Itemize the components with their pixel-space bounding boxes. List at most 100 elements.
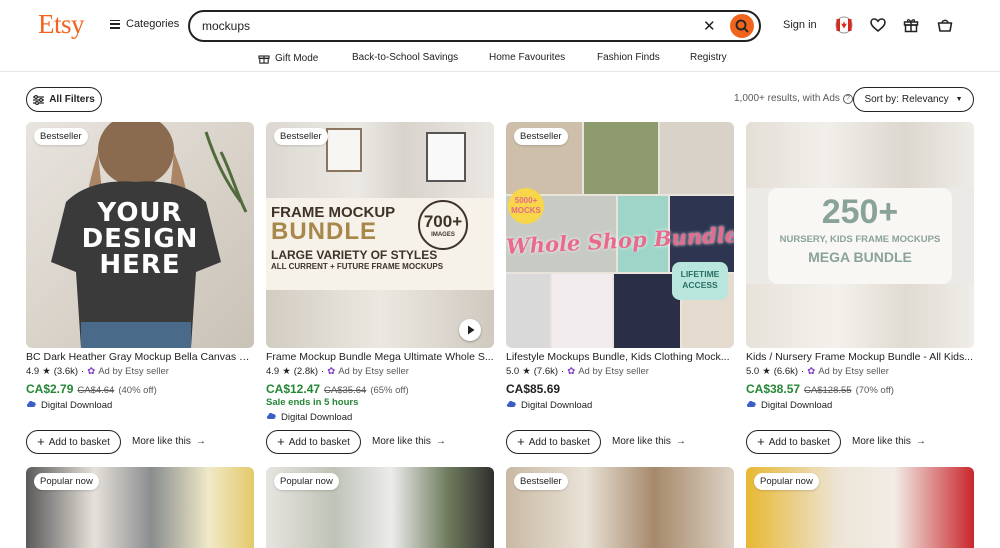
listing-title[interactable]: BC Dark Heather Gray Mockup Bella Canvas… <box>26 351 254 363</box>
discount-percent: (65% off) <box>370 385 409 396</box>
plus-icon: + <box>757 434 765 449</box>
original-price: CA$35.64 <box>324 385 367 396</box>
filter-sliders-icon <box>33 94 45 105</box>
clear-search-icon[interactable]: ✕ <box>703 17 716 35</box>
star-seller-icon: ✿ <box>87 366 96 377</box>
add-to-basket-button[interactable]: + Add to basket <box>266 430 361 454</box>
listing-rating: 4.9 ★ (2.8k) · ✿ Ad by Etsy seller <box>266 366 409 377</box>
sale-price: CA$2.79 <box>26 382 74 396</box>
all-filters-button[interactable]: All Filters <box>26 87 102 112</box>
caret-down-icon: ▼ <box>955 96 963 103</box>
overlay-line: YOUR <box>97 198 183 228</box>
star-icon: ★ <box>282 366 291 377</box>
digital-download: Digital Download <box>506 399 592 411</box>
sale-price: CA$38.57 <box>746 382 801 396</box>
photo-tile <box>614 274 680 348</box>
more-like-this-label: More like this <box>132 436 191 447</box>
more-like-this-link[interactable]: More like this → <box>852 436 926 447</box>
separator-dot: · <box>561 366 565 377</box>
listing-card[interactable]: 250+ NURSERY, KIDS FRAME MOCKUPS MEGA BU… <box>746 122 974 454</box>
listing-title[interactable]: Kids / Nursery Frame Mockup Bundle - All… <box>746 351 974 363</box>
banner-subtitle: BUNDLE <box>271 218 377 245</box>
banner-line: LARGE VARIETY OF STYLES <box>271 248 438 262</box>
all-filters-label: All Filters <box>49 94 95 105</box>
listing-title[interactable]: Frame Mockup Bundle Mega Ultimate Whole … <box>266 351 494 363</box>
sort-value: Relevancy <box>901 94 949 105</box>
star-seller-icon: ✿ <box>327 366 336 377</box>
basket-icon[interactable] <box>936 16 954 34</box>
discount-percent: (40% off) <box>118 385 157 396</box>
separator-dot: · <box>321 366 325 377</box>
more-like-this-link[interactable]: More like this → <box>132 436 206 447</box>
listing-image[interactable]: FRAME MOCKUP BUNDLE LARGE VARIETY OF STY… <box>266 122 494 348</box>
price-row: CA$38.57 CA$128.55 (70% off) <box>746 382 894 396</box>
photo-tile <box>660 122 734 194</box>
nav-gift-mode-label: Gift Mode <box>275 52 319 64</box>
listing-image[interactable]: YOUR DESIGN HERE Bestseller <box>26 122 254 348</box>
help-icon[interactable]: ? <box>842 93 853 104</box>
more-like-this-link[interactable]: More like this → <box>372 436 446 447</box>
listing-title[interactable]: Lifestyle Mockups Bundle, Kids Clothing … <box>506 351 734 363</box>
star-seller-icon: ✿ <box>807 366 816 377</box>
categories-button[interactable]: Categories <box>110 18 179 30</box>
listing-image[interactable]: 5000+ MOCKS Whole Shop Bundle LIFETIME A… <box>506 122 734 348</box>
listing-image[interactable]: Popular now <box>26 467 254 548</box>
seal-label: IMAGES <box>431 232 455 238</box>
add-to-basket-button[interactable]: + Add to basket <box>506 430 601 454</box>
star-seller-icon: ✿ <box>567 366 576 377</box>
nav-fashion-finds[interactable]: Fashion Finds <box>597 52 660 63</box>
review-count: (3.6k) <box>53 366 79 377</box>
nav-gift-mode[interactable]: Gift Mode <box>258 52 318 64</box>
digital-download-label: Digital Download <box>521 399 593 411</box>
canada-flag-icon[interactable] <box>835 16 853 34</box>
listing-image[interactable]: Bestseller <box>506 467 734 548</box>
add-to-basket-label: Add to basket <box>48 436 110 448</box>
listing-card[interactable]: FRAME MOCKUP BUNDLE LARGE VARIETY OF STY… <box>266 122 494 454</box>
count-seal: 5000+ MOCKS <box>508 188 544 224</box>
sale-ends-text: Sale ends in 5 hours <box>266 397 359 408</box>
search-button[interactable] <box>730 14 754 38</box>
rating-value: 4.9 <box>266 366 280 377</box>
nav-registry[interactable]: Registry <box>690 52 727 63</box>
categories-label: Categories <box>126 18 180 30</box>
add-to-basket-button[interactable]: + Add to basket <box>746 430 841 454</box>
sort-prefix: Sort by: <box>864 94 899 105</box>
more-like-this-label: More like this <box>612 436 671 447</box>
photo-tile <box>552 274 612 348</box>
price-row: CA$12.47 CA$35.64 (65% off) <box>266 382 409 396</box>
etsy-logo[interactable]: Etsy <box>38 9 85 40</box>
price: CA$85.69 <box>506 382 561 396</box>
video-play-button[interactable] <box>459 319 481 341</box>
listing-rating: 5.0 ★ (7.6k) · ✿ Ad by Etsy seller <box>506 366 649 377</box>
listing-image[interactable]: Popular now <box>266 467 494 548</box>
nav-back-to-school[interactable]: Back-to-School Savings <box>352 52 458 63</box>
banner-count: 250+ <box>821 193 899 231</box>
rating-value: 5.0 <box>506 366 520 377</box>
more-like-this-link[interactable]: More like this → <box>612 436 686 447</box>
popular-now-badge: Popular now <box>274 473 339 490</box>
bestseller-badge: Bestseller <box>514 473 568 490</box>
star-icon: ★ <box>762 366 771 377</box>
price-row: CA$85.69 <box>506 382 560 396</box>
ad-label: Ad by Etsy seller <box>98 366 169 377</box>
sign-in-link[interactable]: Sign in <box>783 19 817 31</box>
listing-card[interactable]: YOUR DESIGN HERE Bestseller BC Dark Heat… <box>26 122 254 454</box>
ad-label: Ad by Etsy seller <box>338 366 409 377</box>
listing-card[interactable]: 5000+ MOCKS Whole Shop Bundle LIFETIME A… <box>506 122 734 454</box>
popular-now-badge: Popular now <box>34 473 99 490</box>
heart-icon[interactable] <box>869 16 887 34</box>
add-to-basket-button[interactable]: + Add to basket <box>26 430 121 454</box>
search-input[interactable] <box>202 17 682 35</box>
sort-dropdown[interactable]: Sort by: Relevancy ▼ <box>853 87 974 112</box>
listing-rating: 5.0 ★ (6.6k) · ✿ Ad by Etsy seller <box>746 366 889 377</box>
listing-image[interactable]: 250+ NURSERY, KIDS FRAME MOCKUPS MEGA BU… <box>746 122 974 348</box>
photo-tile <box>506 274 550 348</box>
nav-home-favourites[interactable]: Home Favourites <box>489 52 565 63</box>
separator-dot: · <box>801 366 805 377</box>
search-bar: ✕ <box>188 10 761 42</box>
gift-icon[interactable] <box>902 16 920 34</box>
bestseller-badge: Bestseller <box>34 128 88 145</box>
listing-image[interactable]: Popular now <box>746 467 974 548</box>
digital-download: Digital Download <box>746 399 832 411</box>
plus-icon: + <box>517 434 525 449</box>
